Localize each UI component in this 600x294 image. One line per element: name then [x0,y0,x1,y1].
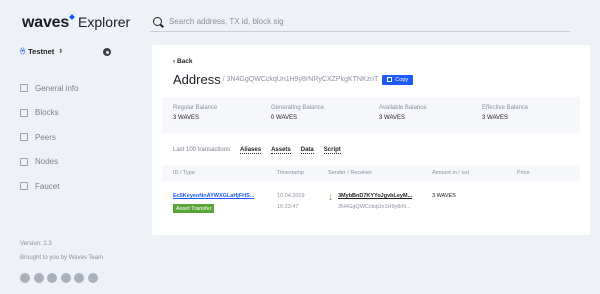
nodes-icon [20,157,28,166]
sidebar-item-label: General info [35,83,79,93]
broadcast-icon: (•) [20,48,25,55]
sidebar-item-label: Nodes [35,157,59,166]
logo-wordmark: waves [22,14,70,31]
tab-aliases[interactable]: Aliases [240,147,262,154]
address-value: / 3N4GgQWCckqUn1H9y8rNRyCXZPkgKTNKznT [222,76,379,83]
info-icon [20,84,28,92]
faucet-icon [20,182,28,190]
tab-data[interactable]: Data [300,147,314,154]
column-header: ID / Type [173,170,195,176]
balance-value: 0 WAVES [271,115,298,121]
sidebar-item-nodes[interactable]: Nodes [20,156,79,168]
balance-regular: Regular Balance 3 WAVES [173,105,217,121]
balance-value: 3 WAVES [379,115,406,121]
table-header: ID / Type Timestamp Sender / Receiver Am… [162,165,580,181]
tx-sender-link[interactable]: 3MybBnD7KYYoJgvbLeyM... [338,193,412,199]
sidebar-item-label: Faucet [35,181,60,191]
tab-script[interactable]: Script [323,147,341,154]
address-card: ‹ Back Address / 3N4GgQWCckqUn1H9y8rNRyC… [152,45,590,235]
tab-transactions[interactable]: Last 100 transactions [173,147,230,153]
tx-amount: 3 WAVES [432,193,456,199]
arrow-down-icon: ↓ [328,192,333,203]
balance-label: Available Balance [379,105,427,111]
sidebar-item-label: Blocks [35,108,59,117]
network-label: Testnet [28,47,55,56]
sidebar-item-label: Peers [35,132,56,142]
balance-label: Regular Balance [173,105,218,111]
network-selector[interactable]: (•) Testnet ⬍ [20,47,63,56]
facebook-icon[interactable] [47,273,57,283]
chevron-updown-icon: ⬍ [58,49,64,55]
sidebar-item-blocks[interactable]: Blocks [20,107,79,119]
sidebar-nav: General info Blocks Peers Nodes Faucet [20,82,79,205]
column-header: Price [517,170,530,176]
tx-date: 10.04.2019 [277,193,305,199]
balance-value: 3 WAVES [173,115,200,121]
reddit-icon[interactable] [87,273,98,283]
sidebar: waves Explorer (•) Testnet ⬍ General inf… [0,0,140,294]
blocks-icon [20,108,28,117]
tx-time: 16:23:47 [277,204,299,210]
telegram-icon[interactable] [74,273,84,283]
logo-diamond-icon [69,14,75,20]
search-bar [150,12,570,32]
table-row: Ec5KeyeoNnAYWXGLaHjFHS... Asset Transfer… [162,186,580,218]
balances-panel: Regular Balance 3 WAVES Generating Balan… [162,97,580,133]
back-link[interactable]: ‹ Back [173,58,193,65]
vk-icon[interactable] [60,273,71,283]
tabs: Last 100 transactions Aliases Assets Dat… [173,147,351,154]
column-header: Sender / Receiver [328,170,373,176]
balance-label: Effective Balance [482,105,529,111]
tx-receiver: 3N4GgQWCckqUn1H9y8rN... [338,204,411,210]
copy-label: Copy [395,76,409,83]
column-header: Timestamp [277,170,304,176]
balance-effective: Effective Balance 3 WAVES [482,105,528,121]
search-input[interactable] [169,17,559,26]
credits-text: Brought to you by Waves Team [20,255,104,261]
balance-label: Generating Balance [271,105,325,111]
tab-assets[interactable]: Assets [271,147,291,154]
logo-product: Explorer [78,14,131,30]
gear-icon[interactable] [103,48,111,56]
tx-id-link[interactable]: Ec5KeyeoNnAYWXGLaHjFHS... [173,193,254,199]
sidebar-item-peers[interactable]: Peers [20,131,79,143]
social-links [20,273,101,283]
search-icon [153,17,162,26]
copy-button[interactable]: Copy [382,74,414,85]
back-label: Back [176,58,193,65]
page-title: Address [173,72,221,87]
github-icon[interactable] [20,273,30,283]
balance-value: 3 WAVES [482,115,509,121]
sidebar-item-faucet[interactable]: Faucet [20,180,79,192]
logo[interactable]: waves Explorer [22,14,130,32]
sidebar-item-general-info[interactable]: General info [20,82,79,94]
version-text: Version: 2.3 [20,241,52,247]
tx-type-badge: Asset Transfer [173,204,215,213]
balance-generating: Generating Balance 0 WAVES [271,105,324,121]
copy-icon [387,77,393,82]
column-header: Amount in / out [432,170,469,176]
twitter-icon[interactable] [33,273,44,283]
address-header: Address / 3N4GgQWCckqUn1H9y8rNRyCXZPkgKT… [173,72,414,87]
balance-available: Available Balance 3 WAVES [379,105,427,121]
peers-icon [20,133,28,141]
